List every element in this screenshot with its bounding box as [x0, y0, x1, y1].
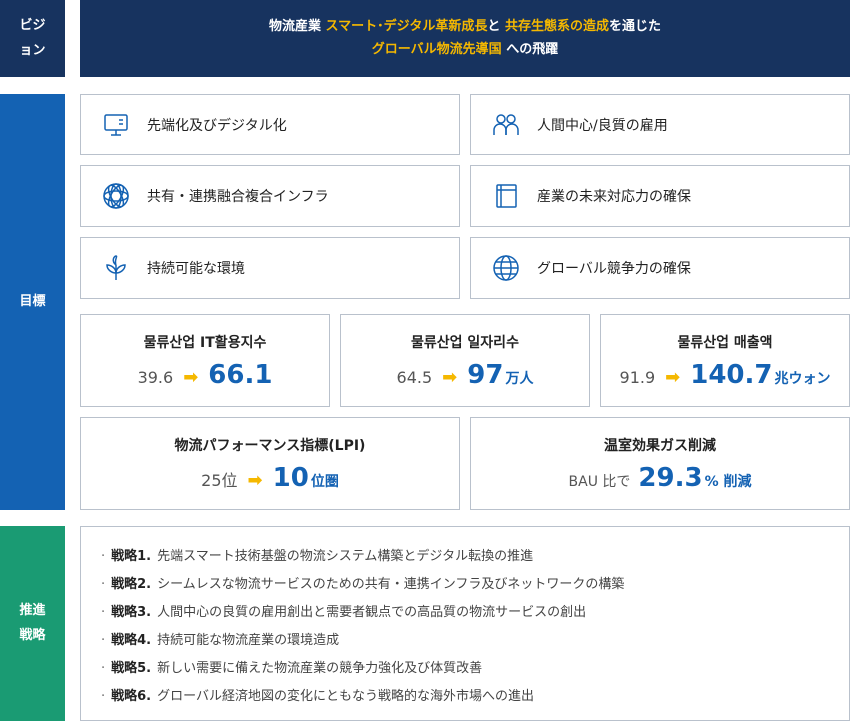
arrow-right-icon: ➡: [183, 367, 199, 388]
metric-to: 97: [467, 360, 504, 390]
vision-banner: 物流産業 スマート･デジタル革新成長と 共存生態系の造成を通じた グローバル物流…: [80, 0, 850, 77]
metric-title: 物流パフォーマンス指標(LPI): [174, 438, 366, 454]
vision-line-1: 物流産業 スマート･デジタル革新成長と 共存生態系の造成を通じた: [80, 16, 850, 39]
list-item: · 戦略6. グローバル経済地図の変化にともなう戦略的な海外市場への進出: [101, 683, 849, 711]
metric-unit: % 削減: [704, 474, 752, 490]
strategy-label-text: 推進戦略: [19, 602, 46, 643]
metric-prefix: BAU 比で: [568, 474, 631, 490]
goal-label: 持続可能な環境: [147, 261, 245, 277]
network-icon: [101, 181, 131, 211]
globe-icon: [491, 253, 521, 283]
strategy-number: 戦略4.: [111, 633, 152, 648]
metric-card: 물류산업 매출액 91.9 ➡ 140.7 兆ウォン: [600, 314, 850, 407]
bullet: ·: [101, 633, 106, 648]
vision-highlight: グローバル物流先導国: [371, 41, 502, 57]
vision-highlight: 共存生態系の造成: [504, 18, 609, 34]
strategy-text: グローバル経済地図の変化にともなう戦略的な海外市場への進出: [157, 689, 534, 704]
vision-highlight: スマート･デジタル革新成長: [325, 18, 488, 34]
goal-item: 人間中心/良質の雇用: [470, 94, 850, 155]
goal-label: グローバル競争力の確保: [537, 261, 691, 277]
vision-line-2: グローバル物流先導国 への飛躍: [80, 39, 850, 62]
metric-card: 물류산업 IT활용지수 39.6 ➡ 66.1: [80, 314, 330, 407]
goal-label: 産業の未来対応力の確保: [537, 189, 691, 205]
list-item: · 戦略3. 人間中心の良質の雇用創出と需要者観点での高品質の物流サービスの創出: [101, 599, 849, 627]
strategy-number: 戦略1.: [111, 549, 152, 564]
metric-to: 10: [272, 463, 309, 493]
bullet: ·: [101, 689, 106, 704]
goal-label: 先端化及びデジタル化: [147, 117, 287, 134]
strategy-text: 持続可能な物流産業の環境造成: [157, 633, 340, 648]
metric-to: 66.1: [208, 360, 273, 390]
metric-value-row: 25位 ➡ 10 位圏: [81, 463, 459, 493]
vision-text: への飛躍: [501, 41, 559, 57]
strategy-text: 先端スマート技術基盤の物流システム構築とデジタル転換の推進: [157, 549, 534, 564]
list-item: · 戦略2. シームレスな物流サービスのための共有・連携インフラ及びネットワーク…: [101, 571, 849, 599]
vision-text: と: [487, 18, 505, 34]
arrow-right-icon: ➡: [442, 367, 458, 388]
sprout-icon: [101, 253, 131, 283]
strategy-text: 人間中心の良質の雇用創出と需要者観点での高品質の物流サービスの創出: [157, 605, 587, 620]
bullet: ·: [101, 605, 106, 620]
metric-value-row: 91.9 ➡ 140.7 兆ウォン: [601, 360, 849, 390]
metric-to: 29.3: [638, 463, 703, 493]
goal-item: 共有・連携融合複合インフラ: [80, 165, 460, 227]
metric-from: 91.9: [619, 368, 656, 387]
metric-from: 39.6: [137, 368, 174, 387]
people-icon: [491, 110, 521, 140]
metric-to: 140.7: [690, 360, 773, 390]
goal-item: 先端化及びデジタル化: [80, 94, 460, 155]
goal-label: 共有・連携融合複合インフラ: [147, 189, 329, 205]
vision-text: を通じた: [608, 18, 661, 34]
list-item: · 戦略5. 新しい需要に備えた物流産業の競争力強化及び体質改善: [101, 655, 849, 683]
list-item: · 戦略1. 先端スマート技術基盤の物流システム構築とデジタル転換の推進: [101, 543, 849, 571]
strategy-number: 戦略6.: [111, 689, 152, 704]
bullet: ·: [101, 661, 106, 676]
goal-item: 産業の未来対応力の確保: [470, 165, 850, 227]
strategy-number: 戦略5.: [111, 661, 152, 676]
metric-title: 물류산업 IT활용지수: [143, 335, 267, 351]
vision-text: 物流産業: [269, 18, 326, 34]
goal-section-label: 目標: [0, 94, 65, 510]
strategy-text: 新しい需要に備えた物流産業の競争力強化及び体質改善: [157, 661, 483, 676]
strategy-text: シームレスな物流サービスのための共有・連携インフラ及びネットワークの構築: [157, 577, 625, 592]
monitor-icon: [101, 110, 131, 140]
metric-card: 물류산업 일자리수 64.5 ➡ 97 万人: [340, 314, 590, 407]
goal-item: 持続可能な環境: [80, 237, 460, 299]
goal-item: グローバル競争力の確保: [470, 237, 850, 299]
vision-section-label: ビジョン: [0, 0, 65, 77]
metric-value-row: 64.5 ➡ 97 万人: [341, 360, 589, 390]
strategy-list: · 戦略1. 先端スマート技術基盤の物流システム構築とデジタル転換の推進 · 戦…: [80, 526, 850, 721]
arrow-right-icon: ➡: [665, 367, 681, 388]
metric-value-row: BAU 比で 29.3 % 削減: [471, 463, 849, 493]
metric-value-row: 39.6 ➡ 66.1: [81, 360, 329, 390]
metric-unit: 万人: [505, 371, 534, 387]
metric-card: 温室効果ガス削減 BAU 比で 29.3 % 削減: [470, 417, 850, 510]
strategy-number: 戦略2.: [111, 577, 152, 592]
metric-title: 물류산업 매출액: [677, 335, 773, 351]
metric-from: 25位: [201, 471, 238, 490]
metric-title: 물류산업 일자리수: [411, 335, 519, 351]
goal-label-text: 目標: [19, 293, 46, 309]
arrow-right-icon: ➡: [247, 470, 263, 491]
goal-label: 人間中心/良質の雇用: [537, 117, 668, 134]
metric-unit: 位圏: [310, 474, 339, 490]
strategy-number: 戦略3.: [111, 605, 152, 620]
metric-unit: 兆ウォン: [774, 371, 831, 387]
metric-title: 温室効果ガス削減: [604, 438, 716, 454]
book-icon: [491, 181, 521, 211]
metric-card: 物流パフォーマンス指標(LPI) 25位 ➡ 10 位圏: [80, 417, 460, 510]
strategy-section-label: 推進戦略: [0, 526, 65, 721]
vision-label-text: ビジョン: [19, 17, 46, 58]
bullet: ·: [101, 577, 106, 592]
metric-from: 64.5: [396, 368, 433, 387]
bullet: ·: [101, 549, 106, 564]
list-item: · 戦略4. 持続可能な物流産業の環境造成: [101, 627, 849, 655]
